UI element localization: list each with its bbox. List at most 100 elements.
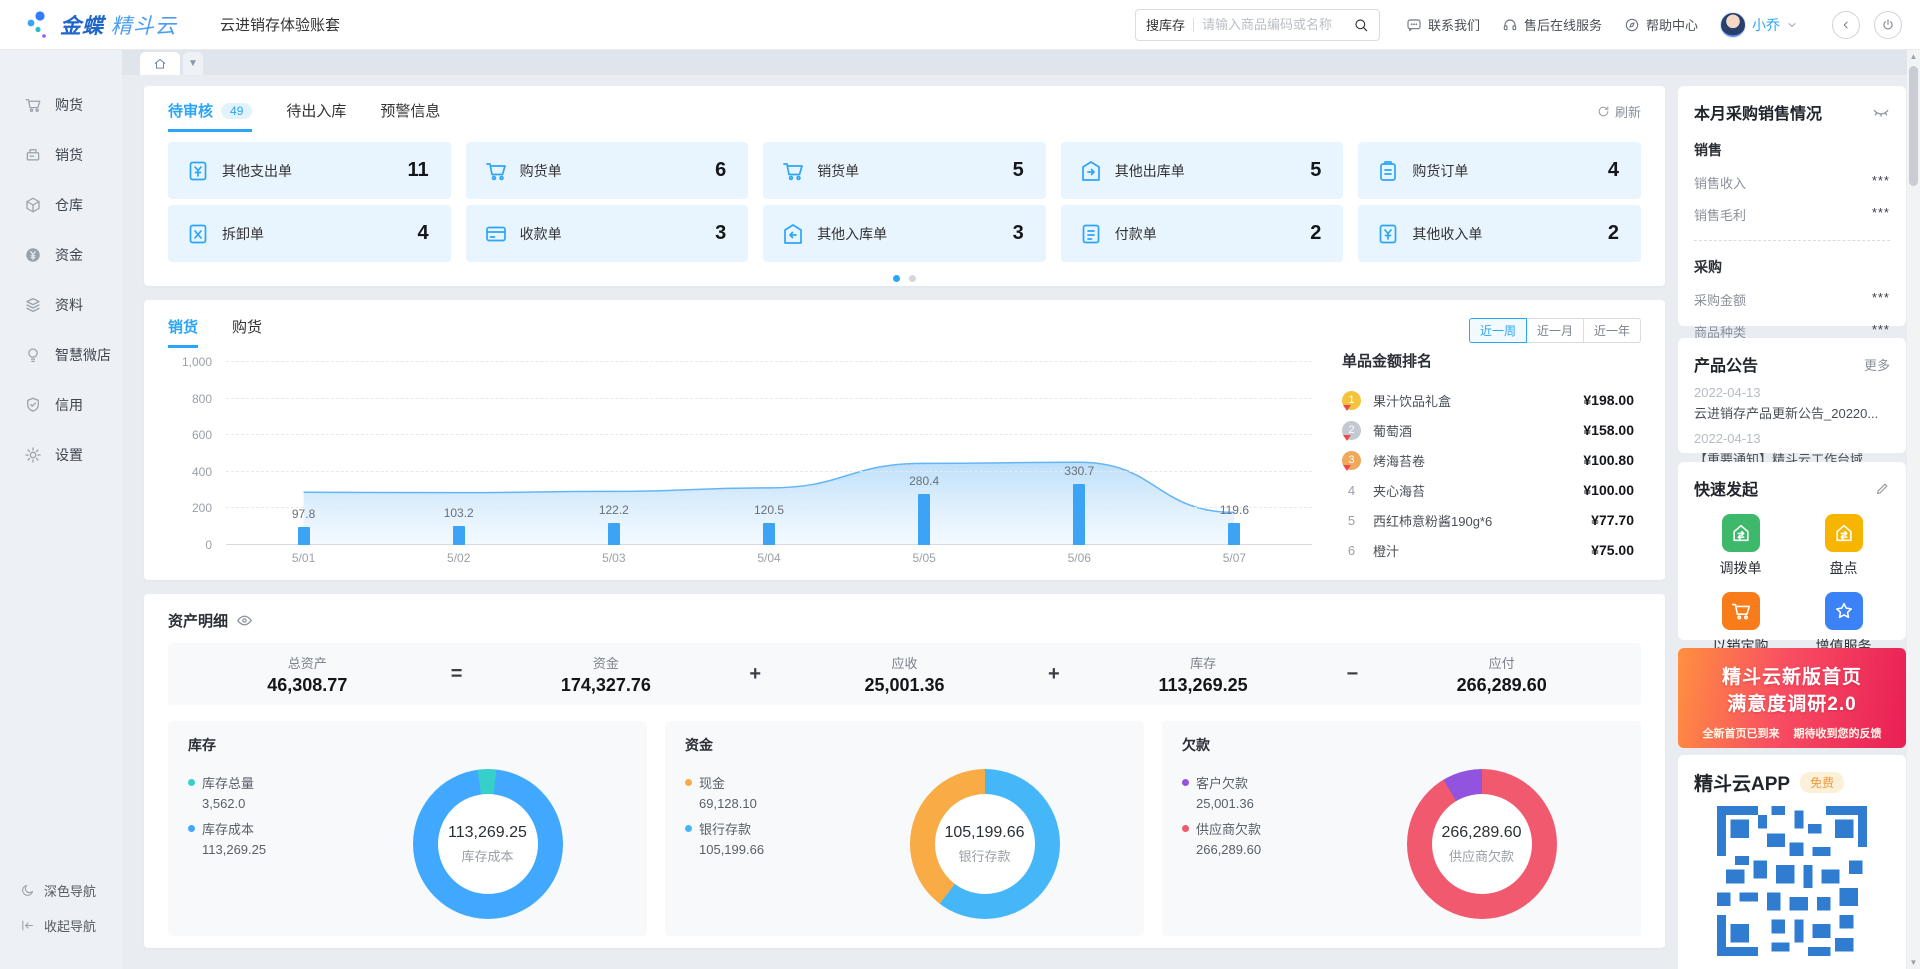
- tab-list-dropdown[interactable]: ▼: [183, 52, 203, 75]
- tab-pending-approval[interactable]: 待审核 49: [168, 100, 252, 132]
- tab-pending-inout[interactable]: 待出入库: [286, 100, 346, 132]
- quick-action-sell-to-buy[interactable]: 以销定购: [1694, 592, 1787, 656]
- edit-pencil-icon[interactable]: [1875, 481, 1890, 496]
- ranking-row[interactable]: 5西红柿意粉酱190g*6¥77.70: [1342, 505, 1634, 535]
- legend-cash: 现金: [685, 773, 845, 792]
- todo-card-receipt[interactable]: 收款单3: [466, 205, 749, 262]
- logo-dots-icon: [26, 10, 52, 40]
- scrollbar-thumb[interactable]: [1909, 66, 1918, 186]
- quick-action-transfer[interactable]: 调拨单: [1694, 514, 1787, 578]
- box-out-icon: [1079, 159, 1103, 183]
- todo-card-purchase-request[interactable]: 购货订单4: [1358, 142, 1641, 199]
- ranking-row[interactable]: 2葡萄酒¥158.00: [1342, 415, 1634, 445]
- ranking-title: 单品金额排名: [1342, 350, 1634, 371]
- trend-bar[interactable]: [298, 527, 310, 545]
- quick-action-stocktake[interactable]: 盘点: [1797, 514, 1890, 578]
- quick-action-value-service[interactable]: 增值服务: [1797, 592, 1890, 656]
- page-scrollbar[interactable]: ▲ ▼: [1907, 50, 1920, 969]
- todo-card-other-inbound[interactable]: 其他入库单3: [763, 205, 1046, 262]
- sidebar-item-settings[interactable]: 设置: [0, 430, 122, 480]
- announcements-card: 产品公告 更多 2022-04-13 云进销存产品更新公告_20220... 2…: [1678, 338, 1906, 453]
- dark-nav-toggle[interactable]: 深色导航: [0, 873, 122, 908]
- app-logo[interactable]: 金蝶 精斗云: [0, 10, 210, 40]
- eye-icon[interactable]: [236, 612, 253, 629]
- bronze-medal-icon: 3: [1342, 451, 1361, 470]
- search-category[interactable]: 搜库存: [1146, 15, 1185, 34]
- todo-card-disassembly[interactable]: 拆卸单4: [168, 205, 451, 262]
- search-input[interactable]: [1202, 17, 1353, 32]
- todo-card-other-outbound[interactable]: 其他出库单5: [1061, 142, 1344, 199]
- page-dot-2[interactable]: [909, 275, 916, 282]
- sidebar-item-credit[interactable]: 信用: [0, 380, 122, 430]
- user-name[interactable]: 小乔: [1752, 15, 1780, 35]
- chevron-down-icon[interactable]: [1786, 19, 1798, 31]
- more-link[interactable]: 更多: [1864, 355, 1890, 374]
- sidebar-item-purchase[interactable]: 购货: [0, 80, 122, 130]
- todo-card-purchase-order[interactable]: 购货单6: [466, 142, 749, 199]
- todo-card-payment[interactable]: 付款单2: [1061, 205, 1344, 262]
- announcements-title: 产品公告: [1694, 352, 1758, 376]
- sidebar-item-sales[interactable]: 销货: [0, 130, 122, 180]
- search-box[interactable]: 搜库存: [1135, 9, 1380, 41]
- banner-line-2: 满意度调研2.0: [1678, 689, 1906, 716]
- help-center-link[interactable]: 帮助中心: [1624, 15, 1698, 34]
- user-menu[interactable]: 小乔: [1720, 12, 1798, 38]
- search-icon[interactable]: [1353, 17, 1369, 33]
- announcement-link[interactable]: 云进销存产品更新公告_20220...: [1694, 403, 1890, 422]
- after-sale-service-link[interactable]: 售后在线服务: [1502, 15, 1602, 34]
- trend-bar[interactable]: [918, 494, 930, 545]
- banner-line-1: 精斗云新版首页: [1678, 662, 1906, 689]
- month-summary-card: 本月采购销售情况 销售 销售收入*** 销售毛利*** 采购 采购金额*** 商…: [1678, 86, 1906, 326]
- bulb-icon: [24, 346, 42, 364]
- sidebar-item-smart-store[interactable]: 智慧微店: [0, 330, 122, 380]
- range-month-button[interactable]: 近一月: [1527, 318, 1584, 343]
- sales-trend-chart: 02004006008001,000 97.8103.2122.2120.528…: [168, 362, 1318, 574]
- trend-bar[interactable]: [608, 523, 620, 545]
- contact-us-link[interactable]: 联系我们: [1406, 15, 1480, 34]
- tab-purchase-trend[interactable]: 购货: [232, 316, 262, 348]
- trend-bar[interactable]: [1228, 523, 1240, 545]
- eye-closed-icon[interactable]: [1872, 103, 1890, 121]
- trend-y-axis: 02004006008001,000: [168, 362, 212, 545]
- ranking-row[interactable]: 6橙汁¥75.00: [1342, 535, 1634, 565]
- bar-value-label: 330.7: [1064, 464, 1094, 478]
- x-tick-label: 5/04: [757, 551, 780, 565]
- page-dot-1[interactable]: [893, 275, 900, 282]
- todo-card-other-income[interactable]: 其他收入单2: [1358, 205, 1641, 262]
- scroll-up-arrow[interactable]: ▲: [1907, 50, 1920, 63]
- ranking-row[interactable]: 4夹心海苔¥100.00: [1342, 475, 1634, 505]
- range-year-button[interactable]: 近一年: [1584, 318, 1641, 343]
- collapse-nav-button[interactable]: 收起导航: [0, 908, 122, 943]
- trend-bar[interactable]: [763, 523, 775, 545]
- bar-value-label: 97.8: [292, 507, 315, 521]
- bar-value-label: 122.2: [599, 503, 629, 517]
- back-button[interactable]: [1832, 11, 1860, 39]
- star-icon: [1833, 600, 1855, 622]
- y-tick-label: 0: [205, 538, 212, 552]
- cart-icon: [1730, 600, 1752, 622]
- survey-banner[interactable]: 精斗云新版首页 满意度调研2.0 全新首页已到来期待收到您的反馈: [1678, 648, 1906, 748]
- tab-warning-info[interactable]: 预警信息: [380, 100, 440, 132]
- scroll-down-arrow[interactable]: ▼: [1907, 956, 1920, 969]
- moon-icon: [20, 883, 35, 898]
- refresh-button[interactable]: 刷新: [1597, 102, 1641, 121]
- sidebar-item-data[interactable]: 资料: [0, 280, 122, 330]
- sidebar-item-funds[interactable]: 资金: [0, 230, 122, 280]
- split-doc-icon: [186, 222, 210, 246]
- tab-sales-trend[interactable]: 销货: [168, 316, 198, 348]
- stat-total-assets: 总资产46,308.77: [168, 653, 447, 696]
- logout-button[interactable]: [1874, 11, 1902, 39]
- stat-receivable: 应收25,001.36: [765, 653, 1044, 696]
- trend-bar[interactable]: [1073, 484, 1085, 545]
- asset-detail-title: 资产明细: [168, 610, 228, 631]
- power-icon: [1881, 18, 1895, 32]
- range-week-button[interactable]: 近一周: [1469, 318, 1527, 343]
- ranking-row[interactable]: 1果汁饮品礼盒¥198.00: [1342, 385, 1634, 415]
- ranking-row[interactable]: 3烤海苔卷¥100.80: [1342, 445, 1634, 475]
- home-tab[interactable]: [140, 52, 180, 75]
- sidebar-item-warehouse[interactable]: 仓库: [0, 180, 122, 230]
- todo-card-other-expense[interactable]: 其他支出单11: [168, 142, 451, 199]
- avatar[interactable]: [1720, 12, 1746, 38]
- trend-bar[interactable]: [453, 526, 465, 545]
- todo-card-sales-order[interactable]: 销货单5: [763, 142, 1046, 199]
